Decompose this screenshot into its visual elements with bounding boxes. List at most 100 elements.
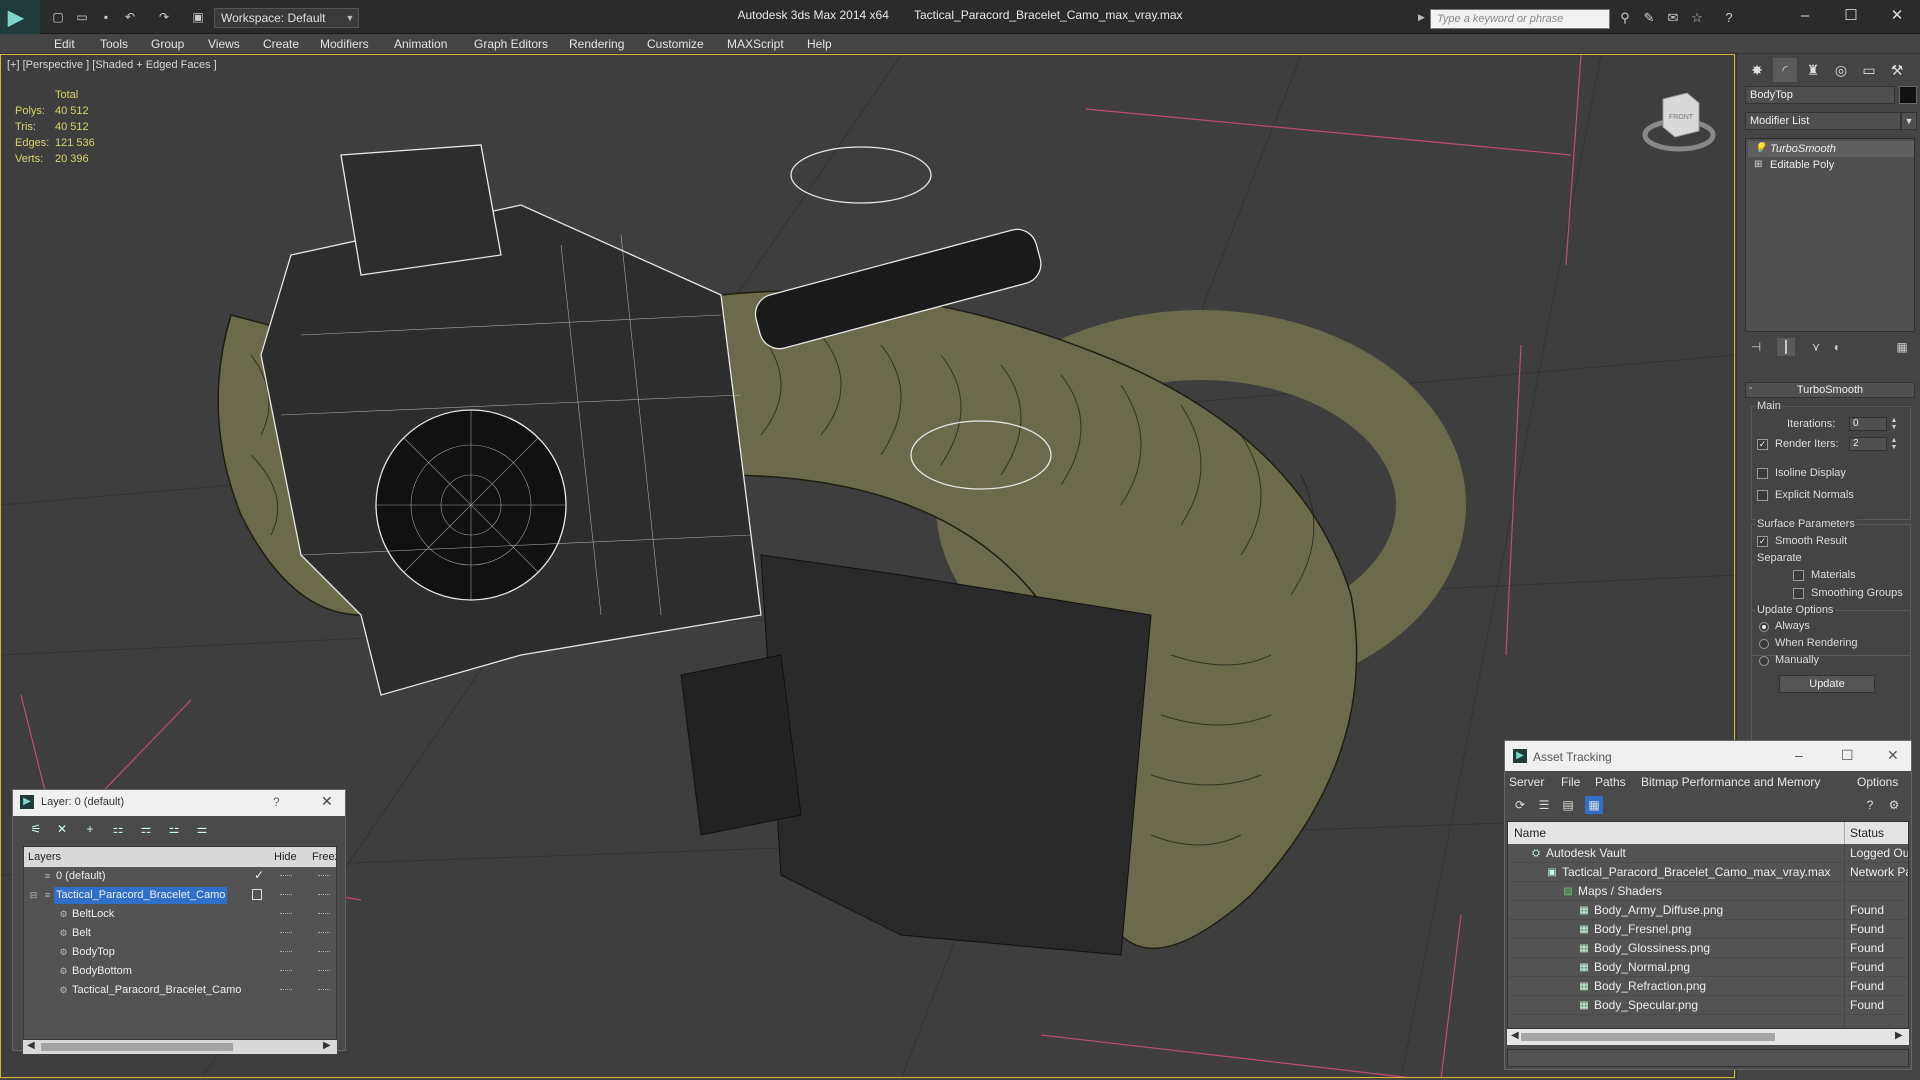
close-button[interactable]: ✕ [1882, 5, 1912, 27]
menu-help[interactable]: Help [807, 37, 832, 51]
iterations-spinner[interactable]: 0 [1849, 417, 1887, 431]
refresh-icon[interactable]: ⟳ [1511, 796, 1529, 814]
remove-modifier-icon[interactable]: ◖ [1827, 338, 1845, 356]
chevron-down-icon[interactable]: ▼ [1901, 112, 1917, 130]
freeze-toggle[interactable] [318, 875, 330, 877]
expand-plus-icon[interactable]: ⊞ [1754, 157, 1762, 173]
column-hide[interactable]: Hide [274, 851, 297, 863]
help-icon[interactable]: ? [1861, 796, 1879, 814]
hide-all-icon[interactable]: ⚍ [165, 821, 183, 837]
menu-rendering[interactable]: Rendering [569, 37, 624, 51]
freeze-toggle[interactable] [318, 970, 330, 972]
active-layer-checkmark-icon[interactable]: ✓ [254, 868, 264, 882]
close-button[interactable]: ✕ [1887, 747, 1899, 764]
minimize-button[interactable]: – [1795, 747, 1803, 763]
asset-row[interactable]: ▦ Body_Normal.png Found [1508, 958, 1908, 977]
modify-tab-icon[interactable]: ◜ [1773, 58, 1797, 82]
create-layer-icon[interactable]: ⚟ [27, 821, 45, 837]
freeze-all-icon[interactable]: ⚌ [193, 821, 211, 837]
column-freeze[interactable]: Freeze [312, 851, 336, 863]
help-icon[interactable]: ? [1720, 10, 1738, 26]
menu-animation[interactable]: Animation [394, 37, 447, 51]
layer-row[interactable]: ⊟ ≡ Tactical_Paracord_Bracelet_Camo [24, 886, 336, 905]
menu-modifiers[interactable]: Modifiers [320, 37, 369, 51]
minimize-button[interactable]: – [1790, 5, 1820, 27]
asset-row[interactable]: ▦ Body_Army_Diffuse.png Found [1508, 901, 1908, 920]
object-row[interactable]: ⚙ BodyTop [24, 943, 336, 962]
asset-row[interactable]: ▦ Body_Refraction.png Found [1508, 977, 1908, 996]
update-when-rendering-radio[interactable] [1759, 639, 1769, 649]
menu-maxscript[interactable]: MAXScript [727, 37, 784, 51]
smoothing-groups-checkbox[interactable] [1793, 588, 1804, 599]
hide-toggle[interactable] [280, 894, 292, 896]
hide-toggle[interactable] [280, 875, 292, 877]
stack-item-turbosmooth[interactable]: 💡 TurboSmooth [1748, 141, 1914, 157]
menu-edit[interactable]: Edit [54, 37, 75, 51]
set-active-layer-box[interactable] [252, 889, 262, 900]
object-color-swatch[interactable] [1899, 86, 1917, 104]
select-objects-icon[interactable]: ⚏ [109, 821, 127, 837]
binoculars-icon[interactable]: ⚲ [1616, 10, 1634, 26]
menu-paths[interactable]: Paths [1595, 775, 1626, 789]
scroll-right-icon[interactable]: ▶ [323, 1040, 331, 1051]
collapse-minus-icon[interactable]: ⊟ [28, 889, 39, 901]
help-icon[interactable]: ? [273, 795, 280, 809]
menu-server[interactable]: Server [1509, 775, 1544, 789]
spinner-arrows-icon[interactable]: ▲ ▼ [1889, 437, 1899, 451]
scrollbar-thumb[interactable] [41, 1043, 233, 1051]
scroll-left-icon[interactable]: ◀ [27, 1040, 35, 1051]
asset-window-titlebar[interactable]: ▶ Asset Tracking – ☐ ✕ [1505, 741, 1911, 771]
expand-arrow-icon[interactable]: ▶ [1418, 12, 1425, 23]
menu-views[interactable]: Views [208, 37, 240, 51]
object-row[interactable]: ⚙ BeltLock [24, 905, 336, 924]
layer-window-titlebar[interactable]: ▶ Layer: 0 (default) ? ✕ [13, 790, 345, 816]
update-manually-radio[interactable] [1759, 656, 1769, 666]
make-unique-icon[interactable]: ⋎ [1807, 338, 1825, 356]
horizontal-scrollbar[interactable]: ◀ ▶ [1507, 1029, 1909, 1045]
render-iters-checkbox[interactable]: ✓ [1757, 439, 1768, 450]
menu-customize[interactable]: Customize [647, 37, 704, 51]
delete-layer-icon[interactable]: ✕ [53, 821, 71, 837]
viewcube[interactable]: FRONT [1641, 85, 1717, 155]
table-view-icon[interactable]: ▦ [1585, 796, 1603, 814]
highlight-selected-icon[interactable]: ⚎ [137, 821, 155, 837]
display-tab-icon[interactable]: ▭ [1857, 58, 1881, 82]
pin-stack-icon[interactable]: ⊣ [1747, 338, 1765, 356]
add-selection-icon[interactable]: + [81, 821, 99, 837]
freeze-toggle[interactable] [318, 951, 330, 953]
show-end-result-icon[interactable]: ┃ [1777, 338, 1795, 356]
scroll-right-icon[interactable]: ▶ [1895, 1030, 1903, 1041]
asset-row[interactable]: ▦ Body_Glossiness.png Found [1508, 939, 1908, 958]
asset-row[interactable]: ▣ Tactical_Paracord_Bracelet_Camo_max_vr… [1508, 863, 1908, 882]
asset-row[interactable]: ▨ Maps / Shaders [1508, 882, 1908, 901]
column-status[interactable]: Status [1850, 826, 1884, 840]
hierarchy-tab-icon[interactable]: ♜ [1801, 58, 1825, 82]
motion-tab-icon[interactable]: ◎ [1829, 58, 1853, 82]
isoline-display-checkbox[interactable] [1757, 468, 1768, 479]
spinner-arrows-icon[interactable]: ▲ ▼ [1889, 417, 1899, 431]
close-icon[interactable]: ✕ [321, 793, 333, 810]
menu-group[interactable]: Group [151, 37, 184, 51]
menu-create[interactable]: Create [263, 37, 299, 51]
maximize-button[interactable]: ☐ [1836, 5, 1866, 27]
horizontal-scrollbar[interactable]: ◀ ▶ [23, 1040, 337, 1054]
column-layers[interactable]: Layers [28, 851, 61, 863]
freeze-toggle[interactable] [318, 894, 330, 896]
viewport-label[interactable]: [+] [Perspective ] [Shaded + Edged Faces… [7, 59, 217, 71]
freeze-toggle[interactable] [318, 913, 330, 915]
utilities-tab-icon[interactable]: ⚒ [1885, 58, 1909, 82]
object-name-field[interactable]: BodyTop [1745, 86, 1895, 104]
scrollbar-thumb[interactable] [1521, 1033, 1775, 1041]
hide-toggle[interactable] [280, 970, 292, 972]
hide-toggle[interactable] [280, 913, 292, 915]
search-input[interactable]: Type a keyword or phrase [1430, 9, 1610, 29]
hide-toggle[interactable] [280, 932, 292, 934]
maximize-button[interactable]: ☐ [1841, 747, 1854, 764]
object-row[interactable]: ⚙ BodyBottom [24, 962, 336, 981]
collapse-icon[interactable]: - [1749, 383, 1752, 394]
hide-toggle[interactable] [280, 951, 292, 953]
subscription-icon[interactable]: ✎ [1640, 10, 1658, 26]
favorites-star-icon[interactable]: ☆ [1688, 10, 1706, 26]
menu-tools[interactable]: Tools [100, 37, 128, 51]
render-iters-spinner[interactable]: 2 [1849, 437, 1887, 451]
